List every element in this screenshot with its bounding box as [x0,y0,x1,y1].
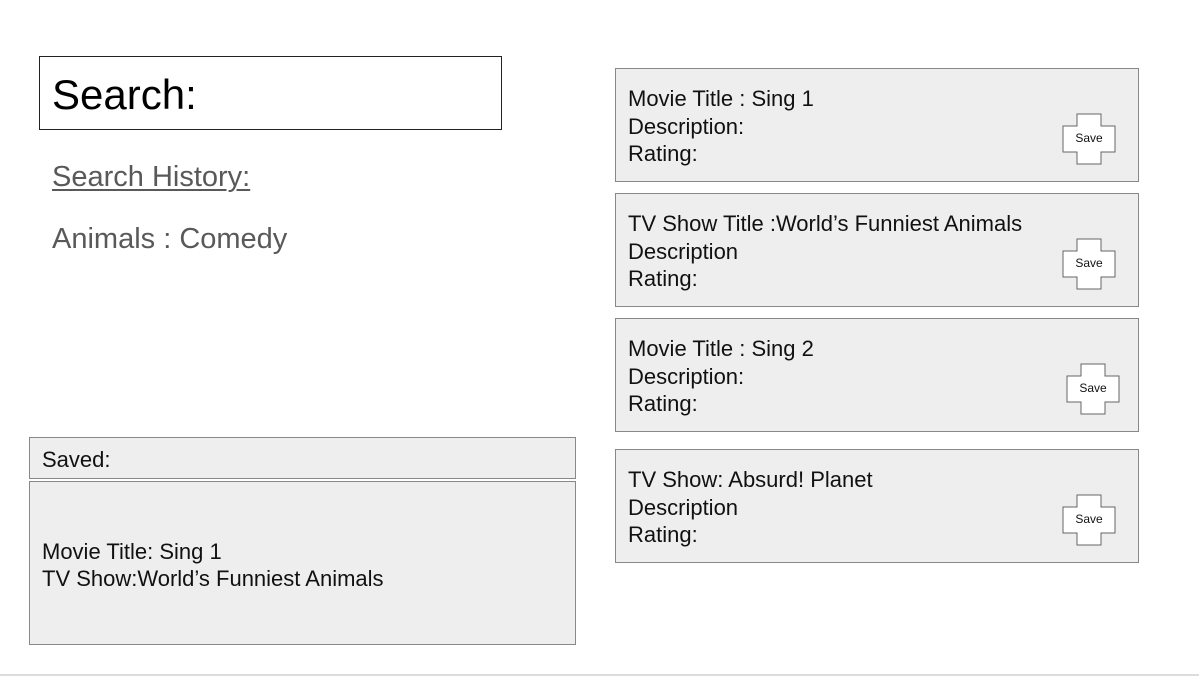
save-button[interactable]: Save [1062,494,1116,546]
saved-header: Saved: [29,437,576,479]
result-rating: Rating: [628,391,698,416]
search-history-item[interactable]: Animals : Comedy [52,222,287,256]
result-title: TV Show Title :World’s Funniest Animals [628,211,1023,236]
save-button-label: Save [1079,381,1107,395]
search-input[interactable]: Search: [39,56,502,130]
result-card: Movie Title : Sing 2 Description: Rating… [615,318,1139,432]
result-description: Description [628,494,739,520]
save-button-label: Save [1075,512,1103,526]
save-button[interactable]: Save [1062,238,1116,290]
result-card: Movie Title : Sing 1 Description: Rating… [615,68,1139,182]
save-button-label: Save [1075,131,1103,145]
save-button[interactable]: Save [1062,113,1116,165]
result-description: Description: [628,113,745,139]
result-card: TV Show: Absurd! Planet Description Rati… [615,449,1139,563]
save-button[interactable]: Save [1066,363,1120,415]
saved-item[interactable]: TV Show:World’s Funniest Animals [42,565,384,592]
saved-item[interactable]: Movie Title: Sing 1 [42,538,384,565]
result-title: Movie Title : Sing 2 [628,336,814,361]
saved-title: Saved: [42,447,111,472]
result-rating: Rating: [628,522,698,547]
result-title: TV Show: Absurd! Planet [628,467,873,492]
saved-list: Movie Title: Sing 1 TV Show:World’s Funn… [29,481,576,645]
search-history-title: Search History: [52,161,251,193]
result-rating: Rating: [628,266,698,291]
result-card: TV Show Title :World’s Funniest Animals … [615,193,1139,307]
result-description: Description [628,238,739,264]
save-button-label: Save [1075,256,1103,270]
result-description: Description: [628,363,745,389]
result-title: Movie Title : Sing 1 [628,86,814,111]
result-rating: Rating: [628,141,698,166]
search-label: Search: [52,71,197,118]
